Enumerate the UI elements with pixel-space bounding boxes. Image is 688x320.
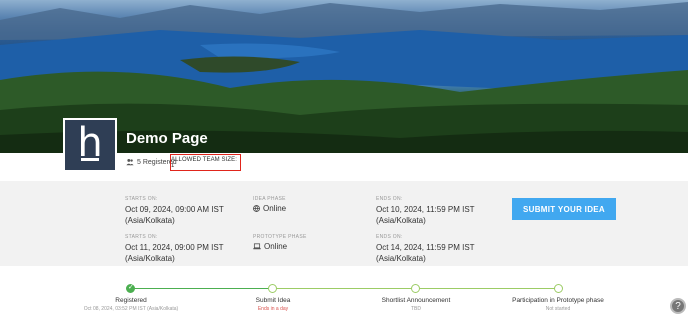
proto-starts-timezone: (Asia/Kolkata) xyxy=(125,254,175,263)
proto-phase: PROTOTYPE PHASE Online xyxy=(253,234,307,251)
idea-ends-timezone: (Asia/Kolkata) xyxy=(376,216,426,225)
page-title: Demo Page xyxy=(126,130,208,147)
step-submit: Submit Idea Ends in a day xyxy=(203,297,343,312)
proto-starts: STARTS ON: Oct 11, 2024, 09:00 PM IST (A… xyxy=(125,234,224,264)
idea-starts-timezone: (Asia/Kolkata) xyxy=(125,216,175,225)
step-shortlist-name: Shortlist Announcement xyxy=(381,297,451,304)
idea-ends: ENDS ON: Oct 10, 2024, 11:59 PM IST (Asi… xyxy=(376,196,475,226)
step-submit-node xyxy=(268,284,277,293)
step-shortlist-node xyxy=(411,284,420,293)
event-logo: h xyxy=(63,118,117,172)
logo-letter: h xyxy=(77,120,103,166)
proto-ends-value: Oct 14, 2024, 11:59 PM IST xyxy=(376,243,475,252)
step-shortlist: Shortlist Announcement TBD xyxy=(346,297,486,312)
idea-starts-value: Oct 09, 2024, 09:00 AM IST xyxy=(125,205,224,214)
globe-icon xyxy=(253,205,260,212)
idea-phase-label: IDEA PHASE xyxy=(253,196,286,202)
submit-idea-button[interactable]: SUBMIT YOUR IDEA xyxy=(512,198,616,220)
idea-phase: IDEA PHASE Online xyxy=(253,196,286,213)
step-prototype-sub: Not started xyxy=(545,306,571,312)
idea-ends-label: ENDS ON: xyxy=(376,196,403,202)
phase-details xyxy=(0,181,688,266)
idea-starts: STARTS ON: Oct 09, 2024, 09:00 AM IST (A… xyxy=(125,196,224,226)
step-prototype-node xyxy=(554,284,563,293)
step-shortlist-sub: TBD xyxy=(411,306,421,312)
step-submit-name: Submit Idea xyxy=(255,297,291,304)
team-size-badge: ALLOWED TEAM SIZE: 1 xyxy=(170,154,241,171)
idea-ends-value: Oct 10, 2024, 11:59 PM IST xyxy=(376,205,475,214)
users-icon xyxy=(126,158,134,166)
step-registered-sub: Oct 08, 2024, 03:52 PM IST (Asia/Kolkata… xyxy=(83,306,179,312)
proto-starts-label: STARTS ON: xyxy=(125,234,158,240)
proto-ends-label: ENDS ON: xyxy=(376,234,403,240)
proto-starts-value: Oct 11, 2024, 09:00 PM IST xyxy=(125,243,224,252)
progress-track-done xyxy=(131,288,273,289)
proto-ends-timezone: (Asia/Kolkata) xyxy=(376,254,426,263)
idea-phase-value: Online xyxy=(263,204,287,213)
step-registered-node xyxy=(126,283,135,293)
help-button[interactable]: ? xyxy=(670,298,686,314)
idea-starts-label: STARTS ON: xyxy=(125,196,158,202)
step-prototype-name: Participation in Prototype phase xyxy=(512,297,604,304)
proto-phase-value: Online xyxy=(264,242,288,251)
step-submit-sub: Ends in a day xyxy=(257,306,289,312)
laptop-icon xyxy=(253,243,261,250)
step-registered: Registered Oct 08, 2024, 03:52 PM IST (A… xyxy=(61,297,201,312)
proto-ends: ENDS ON: Oct 14, 2024, 11:59 PM IST (Asi… xyxy=(376,234,475,264)
logo-underline xyxy=(81,158,99,161)
step-prototype: Participation in Prototype phase Not sta… xyxy=(488,297,628,312)
step-registered-name: Registered xyxy=(115,297,147,304)
proto-phase-label: PROTOTYPE PHASE xyxy=(253,234,307,240)
progress-timeline: Registered Oct 08, 2024, 03:52 PM IST (A… xyxy=(0,266,688,320)
